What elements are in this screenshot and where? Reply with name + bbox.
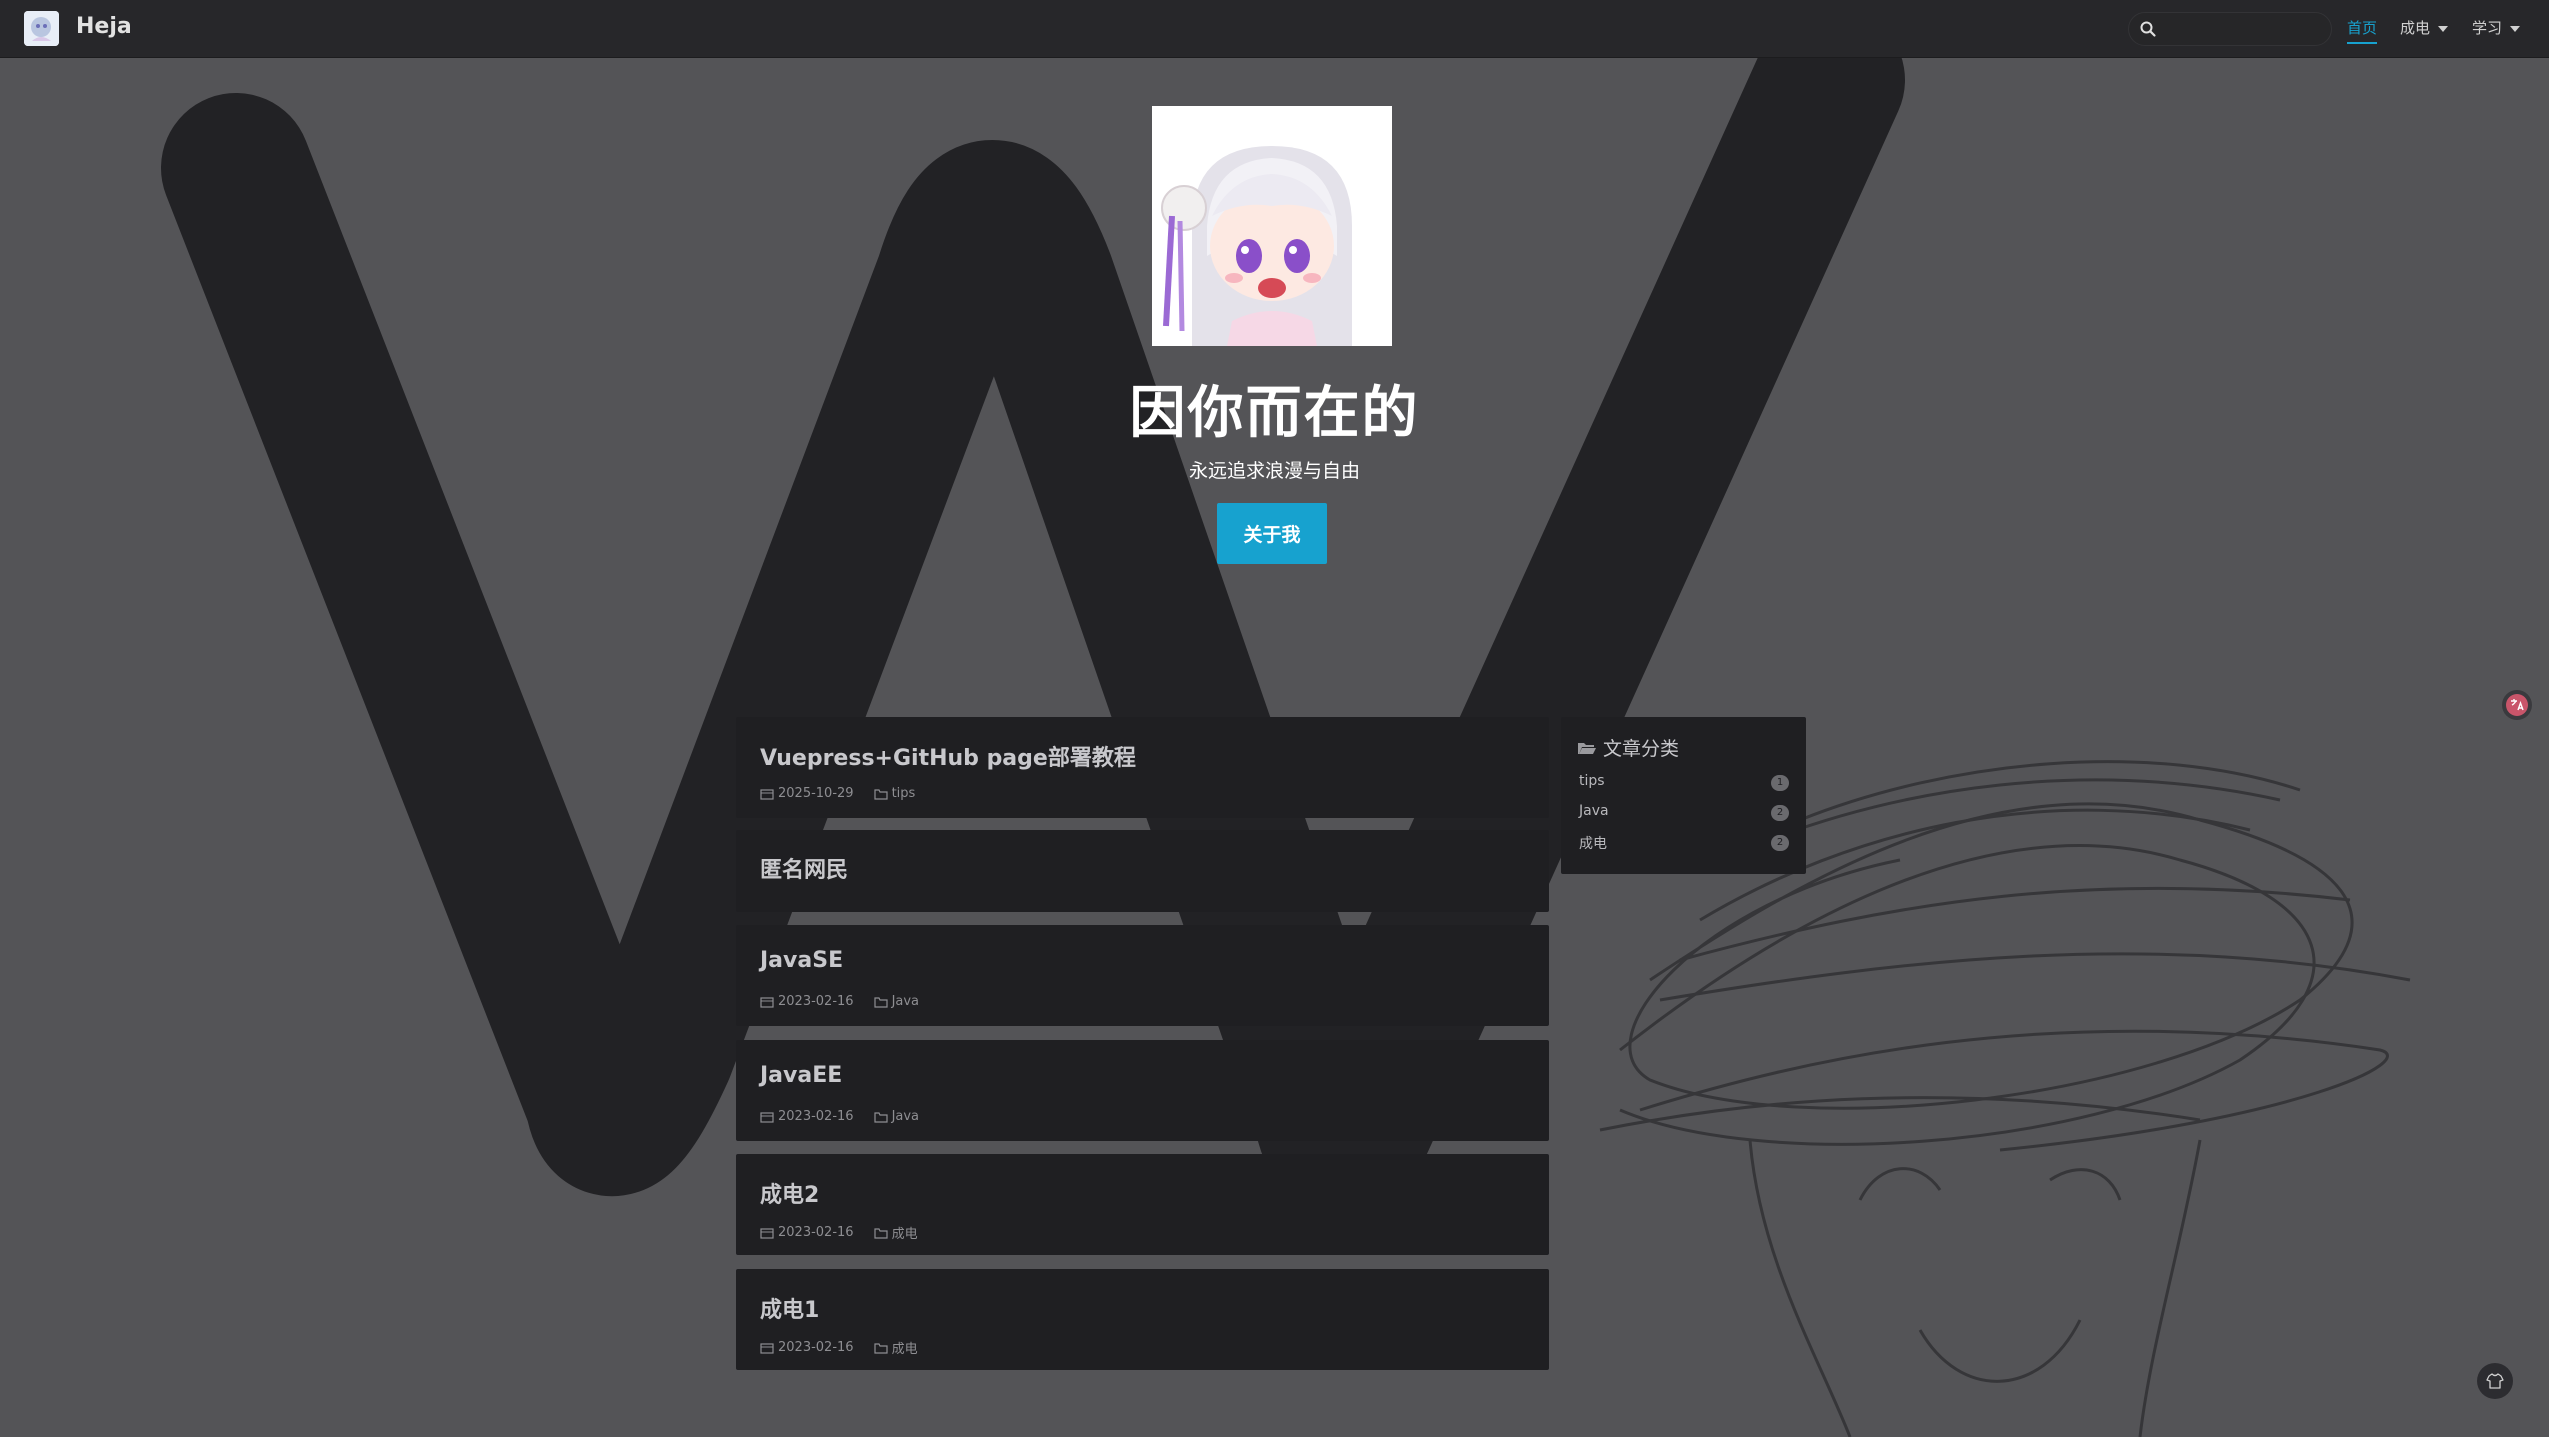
folder-icon — [873, 1111, 888, 1123]
about-me-button[interactable]: 关于我 — [1217, 503, 1327, 564]
chevron-down-icon — [2510, 25, 2521, 32]
theme-switch-button[interactable] — [2477, 1363, 2513, 1399]
top-navbar: Heja 首页 成电 学习 — [0, 0, 2549, 58]
search-icon — [2140, 21, 2156, 37]
post-title[interactable]: Vuepress+GitHub page部署教程 — [760, 740, 1136, 772]
site-title[interactable]: Heja — [76, 14, 132, 39]
hero-title: 因你而在的 — [1129, 381, 1420, 446]
post-date: 2025-10-29 — [778, 786, 854, 801]
hero-avatar-image — [1152, 106, 1392, 346]
calendar-icon — [760, 1227, 774, 1239]
post-meta: 2023-02-16 Java — [760, 994, 919, 1009]
category-item-java[interactable]: Java 2 — [1579, 803, 1789, 823]
post-title[interactable]: 匿名网民 — [760, 852, 848, 884]
nav-dropdown-study-label: 学习 — [2472, 19, 2503, 37]
post-meta: 2025-10-29 tips — [760, 786, 915, 801]
search-input[interactable] — [2163, 18, 2325, 42]
post-title[interactable]: 成电2 — [760, 1177, 819, 1209]
shirt-icon — [2486, 1373, 2504, 1389]
site-logo[interactable] — [24, 11, 59, 46]
nav-dropdown-chengdian-label: 成电 — [2400, 19, 2431, 37]
search-box[interactable] — [2128, 12, 2332, 46]
nav-dropdown-chengdian[interactable]: 成电 — [2400, 17, 2449, 38]
category-heading: 文章分类 — [1577, 734, 1679, 761]
hero-subtitle: 永远追求浪漫与自由 — [1188, 460, 1360, 482]
category-name: Java — [1579, 803, 1609, 819]
post-title[interactable]: 成电1 — [760, 1292, 819, 1324]
category-heading-label: 文章分类 — [1603, 738, 1680, 760]
category-count-badge: 1 — [1771, 775, 1789, 791]
post-card[interactable]: JavaEE 2023-02-16 Java — [736, 1040, 1549, 1141]
folder-icon — [873, 996, 888, 1008]
category-panel: 文章分类 tips 1 Java 2 成电 2 — [1561, 717, 1806, 874]
post-category[interactable]: 成电 — [892, 1338, 918, 1357]
folder-open-icon — [1578, 742, 1596, 754]
category-name: tips — [1579, 773, 1605, 789]
post-date: 2023-02-16 — [778, 994, 854, 1009]
post-category[interactable]: tips — [892, 786, 916, 801]
post-title[interactable]: JavaSE — [760, 948, 843, 973]
nav-link-home[interactable]: 首页 — [2347, 17, 2378, 44]
category-name: 成电 — [1579, 836, 1607, 852]
category-item-chengdian[interactable]: 成电 2 — [1579, 833, 1789, 853]
calendar-icon — [760, 996, 774, 1008]
chevron-down-icon — [2438, 25, 2449, 32]
translate-icon — [2506, 694, 2528, 716]
logo-image-icon — [24, 11, 59, 46]
post-date: 2023-02-16 — [778, 1109, 854, 1124]
nav-dropdown-study[interactable]: 学习 — [2472, 17, 2521, 38]
post-category[interactable]: 成电 — [892, 1223, 918, 1242]
post-card[interactable]: 成电2 2023-02-16 成电 — [736, 1154, 1549, 1255]
post-card[interactable]: 匿名网民 — [736, 830, 1549, 912]
post-category[interactable]: Java — [892, 994, 919, 1009]
post-card[interactable]: Vuepress+GitHub page部署教程 2025-10-29 tips — [736, 717, 1549, 818]
post-meta: 2023-02-16 成电 — [760, 1223, 918, 1242]
nav-link-home-label: 首页 — [2347, 19, 2378, 37]
post-title[interactable]: JavaEE — [760, 1063, 842, 1088]
post-category[interactable]: Java — [892, 1109, 919, 1124]
calendar-icon — [760, 788, 774, 800]
post-card[interactable]: JavaSE 2023-02-16 Java — [736, 925, 1549, 1026]
category-count-badge: 2 — [1771, 835, 1789, 851]
post-date: 2023-02-16 — [778, 1225, 854, 1240]
translate-widget[interactable] — [2502, 690, 2532, 720]
post-meta: 2023-02-16 Java — [760, 1109, 919, 1124]
calendar-icon — [760, 1111, 774, 1123]
calendar-icon — [760, 1342, 774, 1354]
folder-icon — [873, 788, 888, 800]
folder-icon — [873, 1227, 888, 1239]
category-count-badge: 2 — [1771, 805, 1789, 821]
post-meta: 2023-02-16 成电 — [760, 1338, 918, 1357]
folder-icon — [873, 1342, 888, 1354]
anime-avatar-icon — [1152, 106, 1392, 346]
post-date: 2023-02-16 — [778, 1340, 854, 1355]
category-item-tips[interactable]: tips 1 — [1579, 773, 1789, 793]
post-card[interactable]: 成电1 2023-02-16 成电 — [736, 1269, 1549, 1370]
